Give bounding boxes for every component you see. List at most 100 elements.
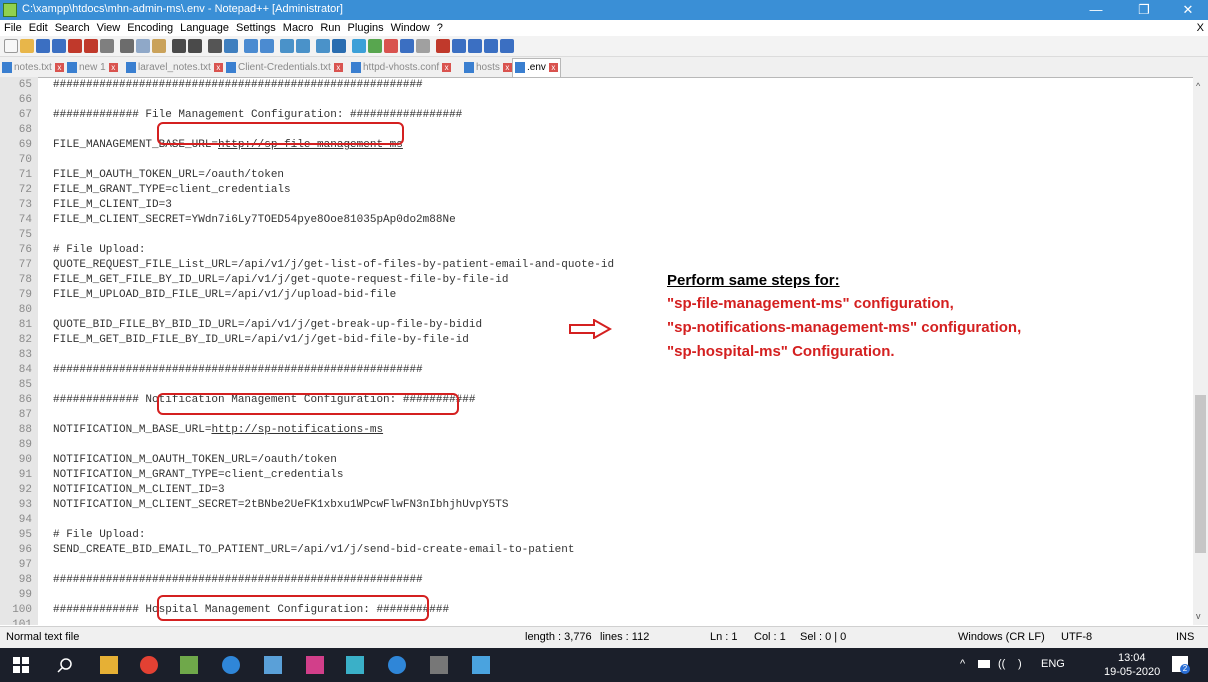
function-list-icon[interactable] xyxy=(384,39,398,53)
url-link[interactable]: http://sp-notifications-ms xyxy=(211,424,383,436)
notepadpp-app-icon[interactable] xyxy=(3,3,17,17)
tab-env[interactable]: .env x xyxy=(512,58,561,77)
menu-window[interactable]: Window xyxy=(391,20,430,36)
status-encoding[interactable]: UTF-8 xyxy=(1061,631,1092,643)
clock-date[interactable]: 19-05-2020 xyxy=(1104,666,1160,678)
app-icon[interactable] xyxy=(306,656,324,674)
zoom-out-icon[interactable] xyxy=(260,39,274,53)
scroll-up-icon[interactable]: ^ xyxy=(1196,81,1200,91)
chrome-icon[interactable] xyxy=(140,656,158,674)
replace-icon[interactable] xyxy=(224,39,238,53)
menu-settings[interactable]: Settings xyxy=(236,20,276,36)
save-icon[interactable] xyxy=(36,39,50,53)
tab-label: notes.txt xyxy=(14,62,52,73)
menu-bar: File Edit Search View Encoding Language Settin… xyxy=(0,20,1208,36)
menu-encoding[interactable]: Encoding xyxy=(127,20,173,36)
close-button[interactable]: ✕ xyxy=(1168,0,1208,20)
line-number: 75 xyxy=(18,229,32,241)
document-close-button[interactable]: X xyxy=(1197,20,1204,36)
copy-icon[interactable] xyxy=(136,39,150,53)
indent-guide-icon[interactable] xyxy=(352,39,366,53)
menu-plugins[interactable]: Plugins xyxy=(348,20,384,36)
menu-language[interactable]: Language xyxy=(180,20,229,36)
maximize-button[interactable]: ❐ xyxy=(1124,0,1164,20)
run-macro-multiple-icon[interactable] xyxy=(484,39,498,53)
tab-httpd-vhosts[interactable]: httpd-vhosts.conf x xyxy=(351,59,452,77)
open-file-icon[interactable] xyxy=(20,39,34,53)
menu-view[interactable]: View xyxy=(97,20,121,36)
line-content: ########################################… xyxy=(53,574,423,586)
battery-icon[interactable] xyxy=(978,660,990,668)
undo-icon[interactable] xyxy=(172,39,186,53)
status-eol[interactable]: Windows (CR LF) xyxy=(958,631,1045,643)
paste-icon[interactable] xyxy=(152,39,166,53)
tab-close-icon[interactable]: x xyxy=(548,62,558,72)
line-content: FILE_M_GET_FILE_BY_ID_URL=/api/v1/j/get-… xyxy=(53,274,509,286)
tab-hosts[interactable]: hosts x xyxy=(464,59,512,77)
windows-start-icon[interactable] xyxy=(12,656,30,674)
scroll-down-icon[interactable]: v xyxy=(1196,611,1201,621)
new-file-icon[interactable] xyxy=(4,39,18,53)
app-icon[interactable] xyxy=(346,656,364,674)
tab-label: new 1 xyxy=(79,62,106,73)
zoom-in-icon[interactable] xyxy=(244,39,258,53)
tab-laravel-notes[interactable]: laravel_notes.txt x xyxy=(126,59,223,77)
tab-close-icon[interactable]: x xyxy=(54,62,64,72)
line-text: SEND_CREATE_BID_EMAIL_TO_PATIENT_URL=/ap… xyxy=(53,544,575,557)
line-number: 94 xyxy=(18,514,32,526)
folder-workspace-icon[interactable] xyxy=(400,39,414,53)
tab-client-credentials[interactable]: Client-Credentials.txt x xyxy=(226,59,343,77)
sync-horizontal-icon[interactable] xyxy=(296,39,310,53)
find-icon[interactable] xyxy=(208,39,222,53)
tab-close-icon[interactable]: x xyxy=(108,62,118,72)
show-all-characters-icon[interactable] xyxy=(332,39,346,53)
record-macro-icon[interactable] xyxy=(436,39,450,53)
tab-close-icon[interactable]: x xyxy=(442,62,452,72)
tray-chevron-icon[interactable]: ^ xyxy=(960,658,965,670)
notepadpp-taskbar-icon[interactable] xyxy=(180,656,198,674)
volume-icon[interactable]: ) xyxy=(1018,658,1022,670)
sync-vertical-icon[interactable] xyxy=(280,39,294,53)
app-icon[interactable] xyxy=(430,656,448,674)
vertical-scrollbar[interactable]: ^ v xyxy=(1193,77,1208,625)
tab-new-1[interactable]: new 1x xyxy=(67,59,118,77)
save-all-icon[interactable] xyxy=(52,39,66,53)
app-icon[interactable] xyxy=(388,656,406,674)
photos-icon[interactable] xyxy=(472,656,490,674)
play-macro-icon[interactable] xyxy=(468,39,482,53)
line-number: 79 xyxy=(18,289,32,301)
menu-edit[interactable]: Edit xyxy=(29,20,48,36)
file-explorer-icon[interactable] xyxy=(100,656,118,674)
menu-run[interactable]: Run xyxy=(320,20,340,36)
menu-macro[interactable]: Macro xyxy=(283,20,314,36)
redo-icon[interactable] xyxy=(188,39,202,53)
cut-icon[interactable] xyxy=(120,39,134,53)
stop-macro-icon[interactable] xyxy=(452,39,466,53)
language-indicator[interactable]: ENG xyxy=(1041,658,1065,670)
minimize-button[interactable]: — xyxy=(1076,0,1116,20)
maps-icon[interactable] xyxy=(222,656,240,674)
scrollbar-thumb[interactable] xyxy=(1195,395,1206,553)
search-icon[interactable] xyxy=(56,656,74,674)
line-number: 95 xyxy=(18,529,32,541)
clock-time[interactable]: 13:04 xyxy=(1118,652,1146,664)
menu-search[interactable]: Search xyxy=(55,20,90,36)
menu-help[interactable]: ? xyxy=(437,20,443,36)
app-icon[interactable] xyxy=(264,656,282,674)
print-icon[interactable] xyxy=(100,39,114,53)
wifi-icon[interactable]: (( xyxy=(998,658,1005,670)
text-editor[interactable]: 65 ######################################… xyxy=(0,77,1208,625)
monitoring-icon[interactable] xyxy=(416,39,430,53)
menu-file[interactable]: File xyxy=(4,20,22,36)
tab-close-icon[interactable]: x xyxy=(213,62,223,72)
notification-center-icon[interactable]: 2 xyxy=(1172,656,1190,674)
doc-map-icon[interactable] xyxy=(368,39,382,53)
word-wrap-icon[interactable] xyxy=(316,39,330,53)
file-icon xyxy=(515,61,525,73)
save-macro-icon[interactable] xyxy=(500,39,514,53)
tab-notes-txt[interactable]: notes.txt x xyxy=(2,59,64,77)
tab-close-icon[interactable]: x xyxy=(502,62,512,72)
close-all-icon[interactable] xyxy=(84,39,98,53)
tab-close-icon[interactable]: x xyxy=(333,62,343,72)
close-file-icon[interactable] xyxy=(68,39,82,53)
